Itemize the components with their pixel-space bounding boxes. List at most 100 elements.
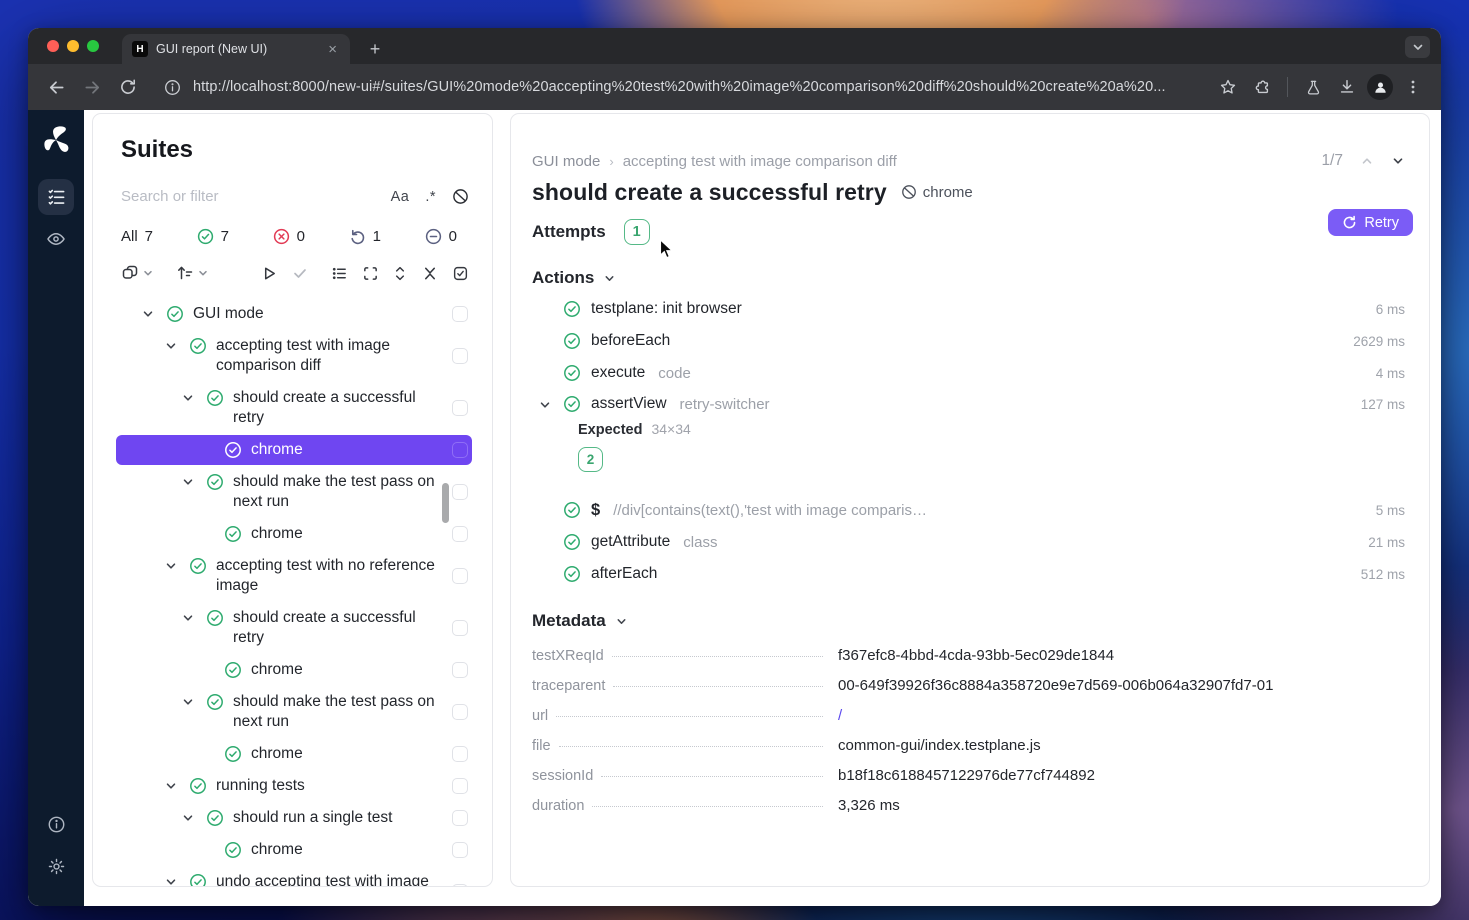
- tree-row[interactable]: chrome: [116, 655, 472, 685]
- tree-item-checkbox[interactable]: [452, 746, 468, 762]
- bookmark-star-icon[interactable]: [1214, 73, 1242, 101]
- browser-filter-icon[interactable]: [452, 188, 469, 205]
- chevron-down-icon[interactable]: [538, 398, 552, 412]
- tree-row[interactable]: running tests: [116, 771, 472, 801]
- forward-button[interactable]: [78, 73, 106, 101]
- chevron-down-icon[interactable]: [164, 779, 180, 793]
- run-button[interactable]: [261, 265, 278, 282]
- tree-row[interactable]: chrome: [116, 835, 472, 865]
- metadata-section-header[interactable]: Metadata: [532, 611, 1405, 631]
- filter-failed[interactable]: 0: [273, 228, 305, 245]
- action-row[interactable]: beforeEach 2629 ms: [532, 325, 1405, 357]
- attempt-badge[interactable]: 1: [624, 219, 650, 245]
- chevron-down-icon[interactable]: [181, 811, 197, 825]
- attempt-badge[interactable]: 2: [578, 447, 603, 472]
- action-row[interactable]: execute code 4 ms: [532, 357, 1405, 389]
- sidebar-item-suites[interactable]: [38, 179, 74, 215]
- tree-row[interactable]: should run a single test: [116, 803, 472, 833]
- profile-avatar[interactable]: [1367, 74, 1393, 100]
- filter-skipped[interactable]: 0: [425, 228, 457, 245]
- group-by-button[interactable]: [121, 264, 154, 282]
- tree-row[interactable]: chrome: [116, 739, 472, 769]
- browser-tab[interactable]: H GUI report (New UI) ×: [122, 34, 350, 64]
- browser-menu-icon[interactable]: [1399, 73, 1427, 101]
- labs-flask-icon[interactable]: [1299, 73, 1327, 101]
- match-case-toggle[interactable]: Aa: [391, 189, 410, 205]
- chevron-down-icon[interactable]: [141, 307, 157, 321]
- tree-item-checkbox[interactable]: [452, 704, 468, 720]
- tree-item-checkbox[interactable]: [452, 884, 468, 886]
- action-row[interactable]: afterEach 512 ms: [532, 558, 1405, 590]
- tree-row[interactable]: should create a successful retry: [116, 603, 472, 653]
- back-button[interactable]: [42, 73, 70, 101]
- tree-row[interactable]: accepting test with no reference image: [116, 551, 472, 601]
- tree-item-checkbox[interactable]: [452, 306, 468, 322]
- expand-all-button[interactable]: [392, 265, 408, 282]
- settings-button[interactable]: [38, 848, 74, 884]
- scrollbar-thumb[interactable]: [442, 483, 449, 523]
- action-row[interactable]: getAttribute class 21 ms: [532, 526, 1405, 558]
- action-sublabel: code: [658, 365, 691, 382]
- sidebar-item-visual-checks[interactable]: [38, 221, 74, 257]
- action-row[interactable]: testplane: init browser 6 ms: [532, 293, 1405, 325]
- tree-row[interactable]: undo accepting test with image compariso…: [116, 867, 472, 886]
- view-list-button[interactable]: [331, 265, 348, 282]
- chevron-down-icon[interactable]: [1391, 154, 1405, 168]
- minimize-window-button[interactable]: [67, 40, 79, 52]
- info-button[interactable]: [38, 806, 74, 842]
- chevron-up-icon[interactable]: [1360, 154, 1374, 168]
- zoom-window-button[interactable]: [87, 40, 99, 52]
- action-row[interactable]: assertView retry-switcher 127 ms Expecte…: [532, 389, 1405, 494]
- tree-item-checkbox[interactable]: [452, 484, 468, 500]
- tree-row[interactable]: chrome: [116, 435, 472, 465]
- tree-item-checkbox[interactable]: [452, 526, 468, 542]
- filter-all[interactable]: All7: [121, 228, 153, 245]
- tree-item-checkbox[interactable]: [452, 662, 468, 678]
- filter-passed[interactable]: 7: [197, 228, 229, 245]
- chevron-down-icon[interactable]: [181, 391, 197, 405]
- tree-item-checkbox[interactable]: [452, 778, 468, 794]
- tree-row[interactable]: GUI mode: [116, 299, 472, 329]
- tree-item-checkbox[interactable]: [452, 400, 468, 416]
- close-window-button[interactable]: [47, 40, 59, 52]
- accept-all-button[interactable]: [292, 265, 308, 281]
- chevron-down-icon[interactable]: [181, 695, 197, 709]
- tree-item-checkbox[interactable]: [452, 810, 468, 826]
- tree-item-checkbox[interactable]: [452, 348, 468, 364]
- chevron-down-icon[interactable]: [181, 475, 197, 489]
- filter-retried[interactable]: 1: [349, 228, 381, 245]
- focus-selection-button[interactable]: [362, 265, 379, 282]
- tree-row[interactable]: chrome: [116, 519, 472, 549]
- breadcrumb-child[interactable]: accepting test with image comparison dif…: [623, 153, 897, 170]
- new-tab-button[interactable]: +: [362, 36, 388, 62]
- action-row[interactable]: $ //div[contains(text(),'test with image…: [532, 494, 1405, 526]
- tree-item-checkbox[interactable]: [452, 442, 468, 458]
- actions-section-header[interactable]: Actions: [532, 268, 1405, 288]
- tab-close-icon[interactable]: ×: [325, 41, 340, 58]
- reload-button[interactable]: [114, 73, 142, 101]
- breadcrumb-parent[interactable]: GUI mode: [532, 153, 600, 170]
- tree-item-checkbox[interactable]: [452, 568, 468, 584]
- tree-item-checkbox[interactable]: [452, 842, 468, 858]
- downloads-icon[interactable]: [1333, 73, 1361, 101]
- tab-search-button[interactable]: [1405, 36, 1430, 58]
- extensions-icon[interactable]: [1248, 73, 1276, 101]
- regex-toggle[interactable]: .*: [425, 189, 436, 205]
- tree-row[interactable]: accepting test with image comparison dif…: [116, 331, 472, 381]
- tree-row[interactable]: should make the test pass on next run: [116, 687, 472, 737]
- search-input[interactable]: [121, 188, 375, 205]
- address-bar[interactable]: http://localhost:8000/new-ui#/suites/GUI…: [150, 79, 1198, 96]
- tree-row[interactable]: should create a successful retry: [116, 383, 472, 433]
- retry-button[interactable]: Retry: [1328, 209, 1413, 236]
- tree-row[interactable]: should make the test pass on next run: [116, 467, 472, 517]
- chevron-down-icon[interactable]: [164, 339, 180, 353]
- collapse-all-button[interactable]: [422, 265, 438, 282]
- chevron-down-icon[interactable]: [181, 611, 197, 625]
- sort-button[interactable]: [176, 264, 209, 282]
- chevron-down-icon[interactable]: [164, 875, 180, 886]
- select-all-button[interactable]: [452, 265, 469, 282]
- tree-item-checkbox[interactable]: [452, 620, 468, 636]
- site-info-icon[interactable]: [164, 79, 181, 96]
- chevron-down-icon[interactable]: [164, 559, 180, 573]
- url-text[interactable]: http://localhost:8000/new-ui#/suites/GUI…: [193, 79, 1166, 95]
